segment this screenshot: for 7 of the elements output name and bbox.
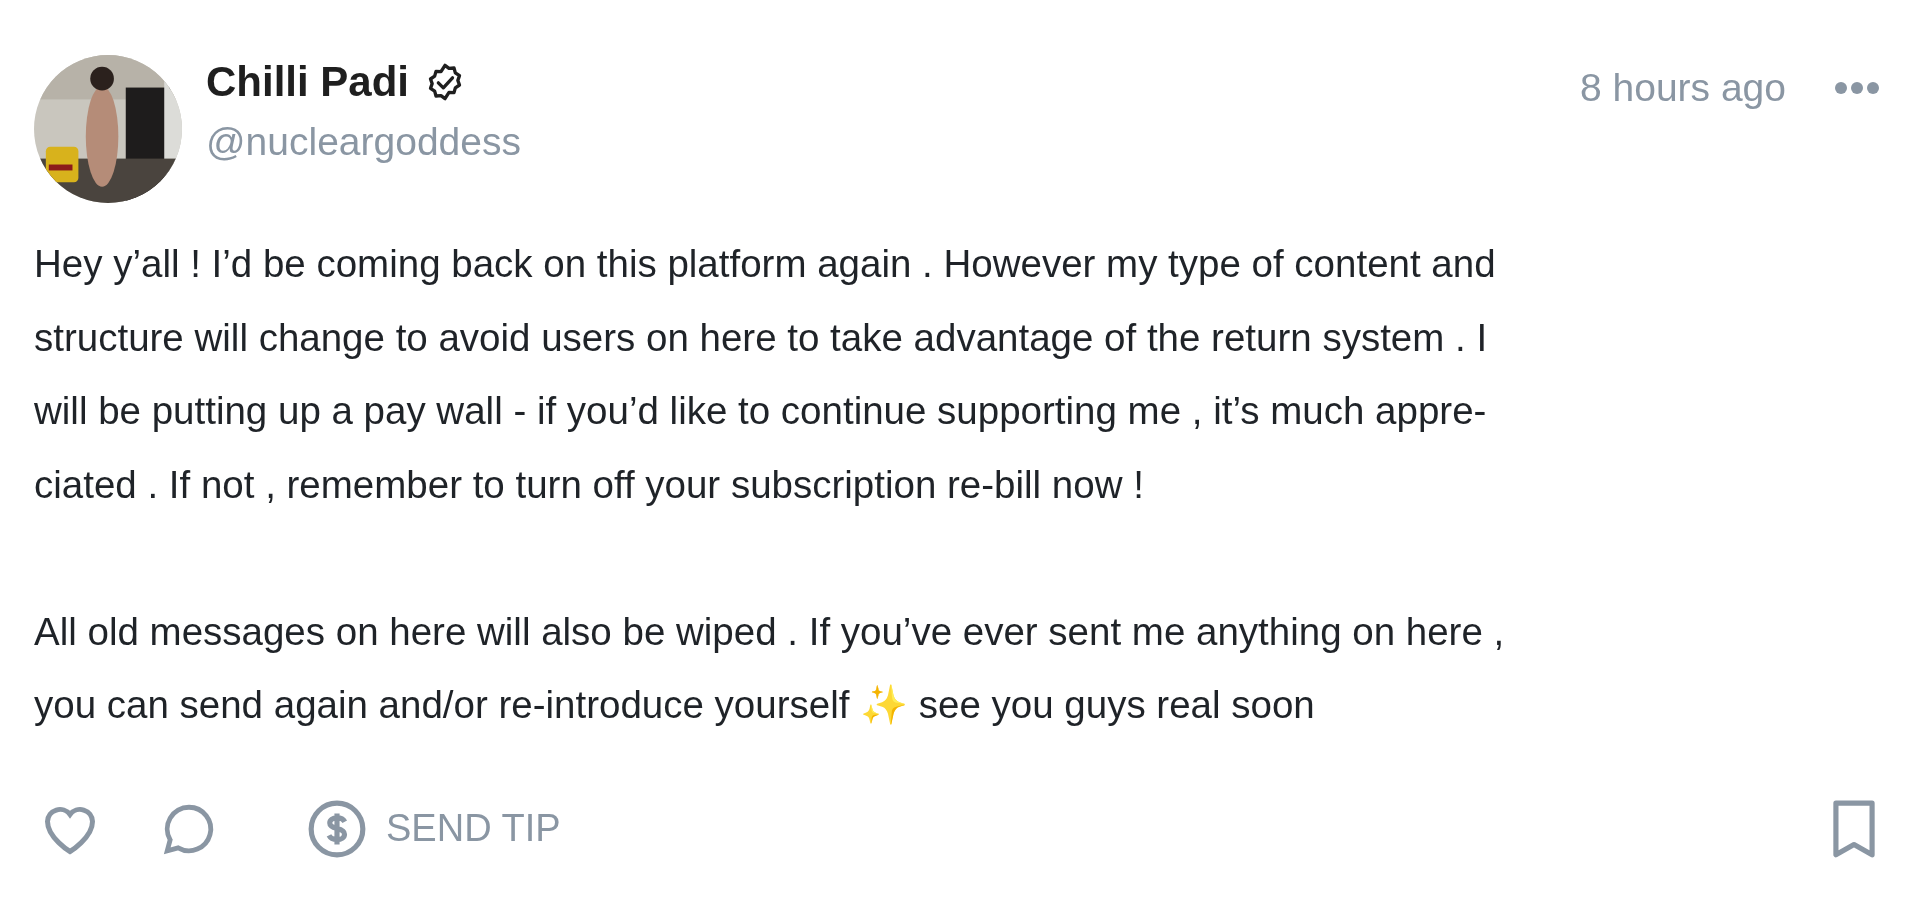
- author-handle[interactable]: @nucleargoddess: [206, 121, 1580, 165]
- more-options-icon[interactable]: [1834, 81, 1880, 96]
- send-tip-button[interactable]: SEND TIP: [306, 797, 561, 860]
- author-name[interactable]: Chilli Padi: [206, 59, 410, 106]
- post-time: 8 hours ago: [1580, 65, 1786, 111]
- post-text: All old messages on here will also be wiped . If you’ve ever sent me anything on here , you can send again and/or re-introduce yourself ✨ see you guys real soon: [34, 608, 1506, 728]
- post-text: Hey y’all ! I’d be coming back on this platform again . However my type of content and structure will change to avoid users on here to take advantage of the return system . I will be putting up a pay wall - if you’d like to continue supporting me , it’s much appre- ciated . If not , remember to turn off your subscription re-bill now !: [34, 241, 1497, 508]
